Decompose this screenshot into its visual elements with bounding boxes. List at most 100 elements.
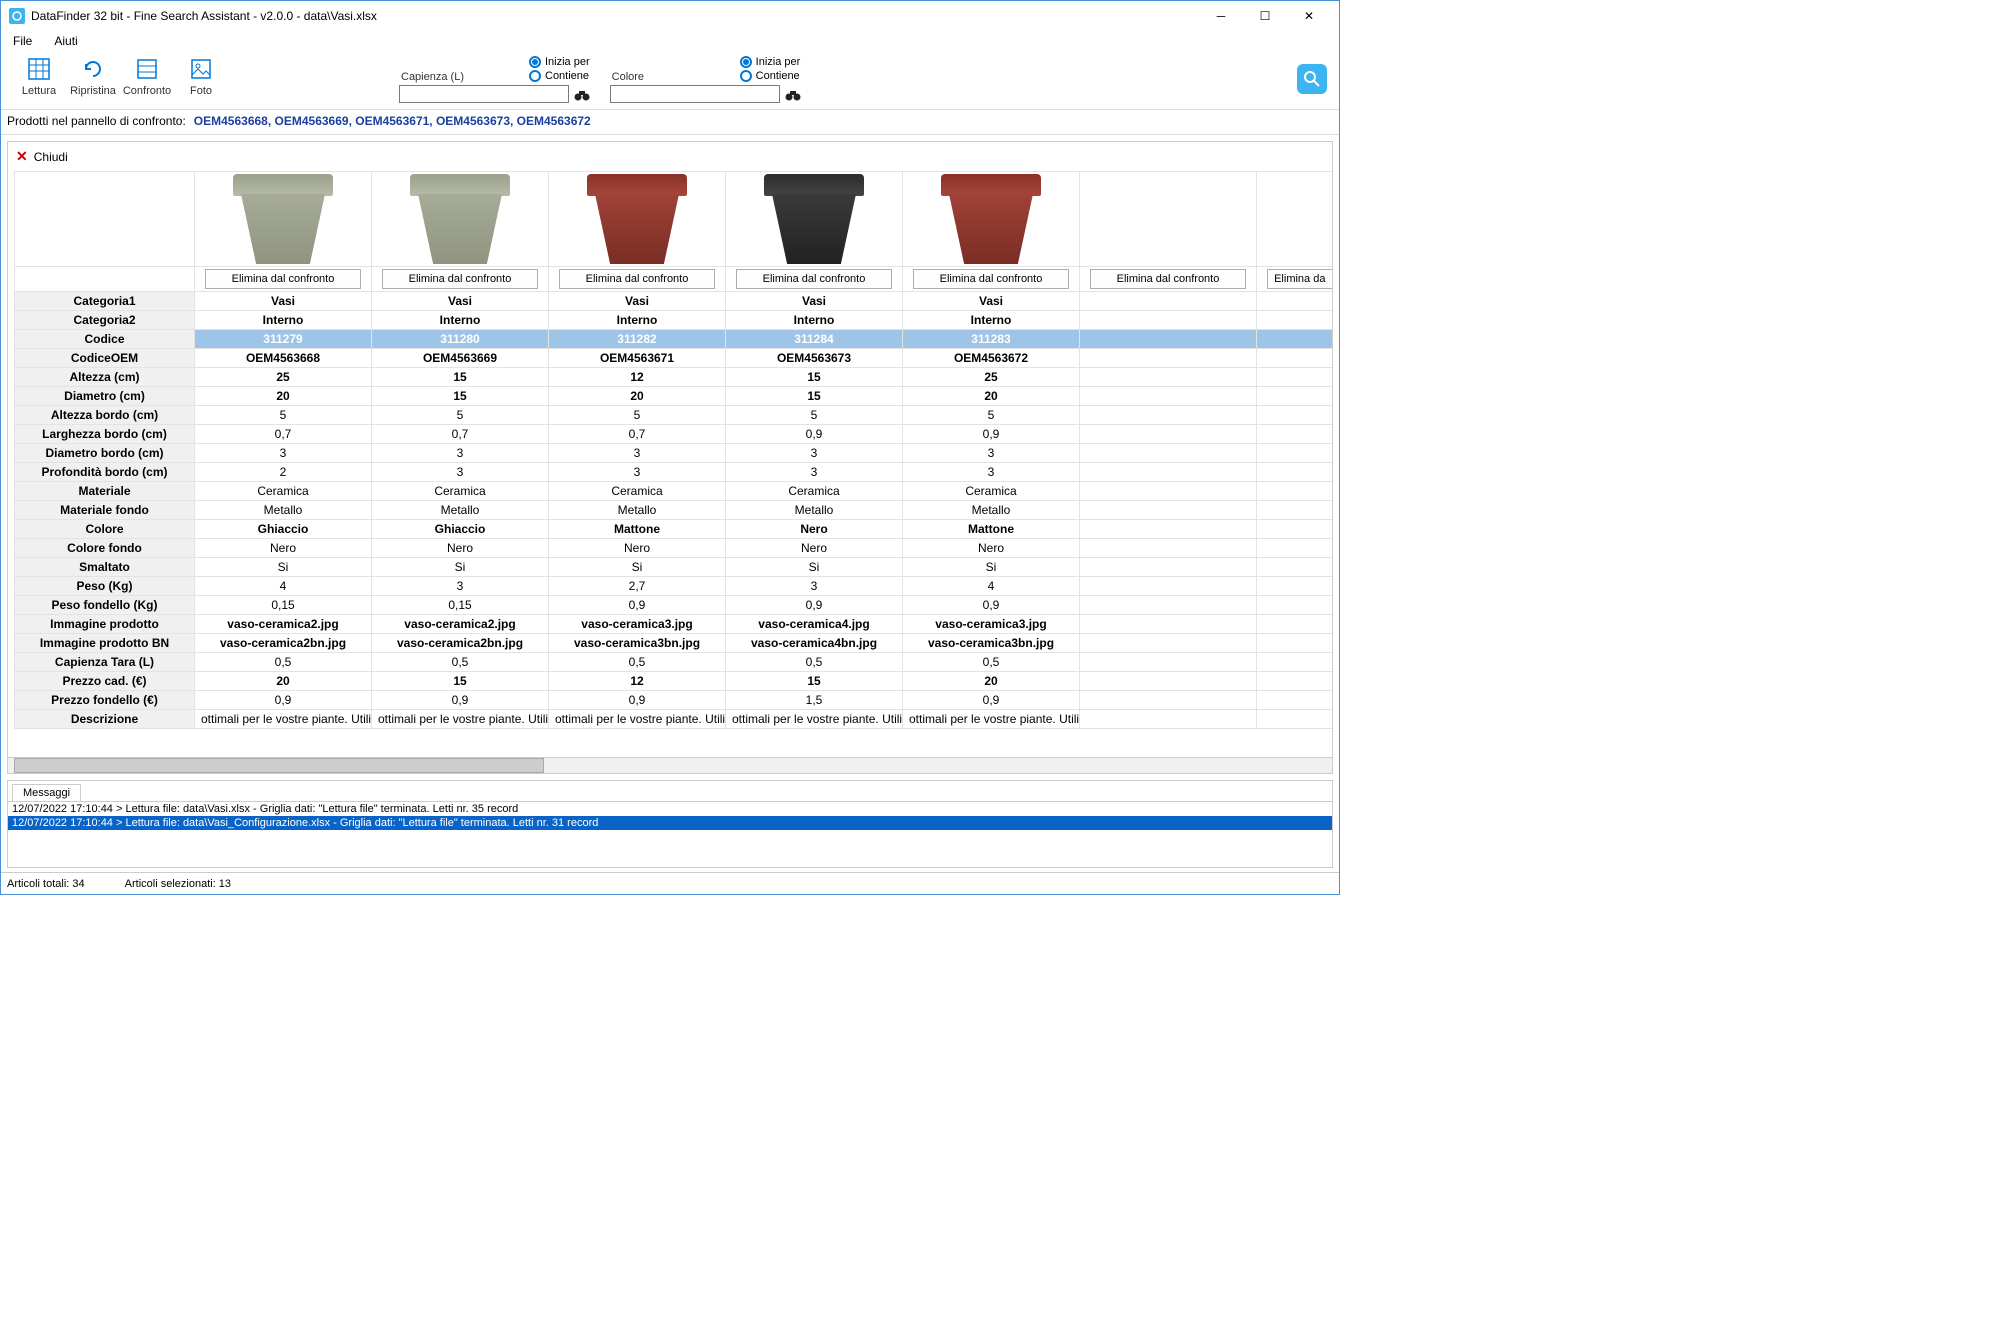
- attr-value[interactable]: vaso-ceramica2.jpg: [195, 615, 372, 634]
- attr-value[interactable]: 0,9: [903, 596, 1080, 615]
- attr-value[interactable]: 3: [195, 444, 372, 463]
- attr-value[interactable]: 0,15: [195, 596, 372, 615]
- close-button[interactable]: ✕: [1287, 2, 1331, 30]
- message-line[interactable]: 12/07/2022 17:10:44 > Lettura file: data…: [8, 816, 1332, 830]
- attr-value[interactable]: 15: [372, 672, 549, 691]
- attr-value[interactable]: Vasi: [726, 292, 903, 311]
- remove-compare-button[interactable]: Elimina dal confronto: [1090, 269, 1246, 289]
- attr-value[interactable]: 5: [903, 406, 1080, 425]
- attr-value[interactable]: 12: [549, 368, 726, 387]
- attr-value[interactable]: Si: [372, 558, 549, 577]
- attr-value[interactable]: vaso-ceramica3bn.jpg: [549, 634, 726, 653]
- attr-value[interactable]: 311280: [372, 330, 549, 349]
- colore-inizia-radio[interactable]: Inizia per: [740, 55, 801, 69]
- attr-value[interactable]: 15: [726, 387, 903, 406]
- remove-compare-button[interactable]: Elimina dal confronto: [559, 269, 715, 289]
- attr-value[interactable]: 3: [549, 463, 726, 482]
- attr-value[interactable]: 311284: [726, 330, 903, 349]
- attr-value[interactable]: 311279: [195, 330, 372, 349]
- attr-value[interactable]: vaso-ceramica2bn.jpg: [372, 634, 549, 653]
- attr-value[interactable]: Nero: [903, 539, 1080, 558]
- attr-value[interactable]: Ceramica: [195, 482, 372, 501]
- table-wrapper[interactable]: Elimina dal confronto Elimina dal confron…: [8, 171, 1332, 757]
- attr-value[interactable]: Ceramica: [903, 482, 1080, 501]
- attr-value[interactable]: 20: [903, 672, 1080, 691]
- remove-compare-button[interactable]: Elimina dal confronto: [736, 269, 892, 289]
- horizontal-scrollbar[interactable]: [8, 757, 1332, 773]
- binoculars-icon[interactable]: [573, 86, 591, 102]
- binoculars-icon[interactable]: [784, 86, 802, 102]
- attr-value[interactable]: Mattone: [903, 520, 1080, 539]
- attr-value[interactable]: OEM4563671: [549, 349, 726, 368]
- attr-value[interactable]: Ghiaccio: [195, 520, 372, 539]
- attr-value[interactable]: 0,5: [372, 653, 549, 672]
- attr-value[interactable]: Vasi: [903, 292, 1080, 311]
- attr-value[interactable]: 3: [726, 577, 903, 596]
- foto-button[interactable]: Foto: [175, 55, 227, 97]
- attr-value[interactable]: Interno: [903, 311, 1080, 330]
- attr-value[interactable]: Nero: [549, 539, 726, 558]
- confronto-button[interactable]: Confronto: [121, 55, 173, 97]
- attr-value[interactable]: 20: [549, 387, 726, 406]
- attr-value[interactable]: 311283: [903, 330, 1080, 349]
- attr-value[interactable]: 2: [195, 463, 372, 482]
- attr-value[interactable]: 4: [903, 577, 1080, 596]
- attr-value[interactable]: OEM4563669: [372, 349, 549, 368]
- attr-value[interactable]: 3: [726, 444, 903, 463]
- attr-value[interactable]: 3: [903, 463, 1080, 482]
- attr-value[interactable]: 3: [372, 463, 549, 482]
- maximize-button[interactable]: ☐: [1243, 2, 1287, 30]
- attr-value[interactable]: 15: [726, 672, 903, 691]
- attr-value[interactable]: Nero: [195, 539, 372, 558]
- attr-value[interactable]: Interno: [549, 311, 726, 330]
- attr-value[interactable]: vaso-ceramica4.jpg: [726, 615, 903, 634]
- attr-value[interactable]: Si: [726, 558, 903, 577]
- attr-value[interactable]: 2,7: [549, 577, 726, 596]
- attr-value[interactable]: ottimali per le vostre piante. Utilizzat: [195, 710, 372, 729]
- attr-value[interactable]: 0,9: [372, 691, 549, 710]
- attr-value[interactable]: Metallo: [372, 501, 549, 520]
- capienza-input[interactable]: [399, 85, 569, 103]
- attr-value[interactable]: 15: [372, 368, 549, 387]
- attr-value[interactable]: 25: [195, 368, 372, 387]
- attr-value[interactable]: 0,7: [372, 425, 549, 444]
- remove-compare-button[interactable]: Elimina dal confronto: [913, 269, 1069, 289]
- search-tool-button[interactable]: [1297, 64, 1327, 94]
- attr-value[interactable]: 0,5: [903, 653, 1080, 672]
- attr-value[interactable]: 0,5: [726, 653, 903, 672]
- attr-value[interactable]: vaso-ceramica3.jpg: [549, 615, 726, 634]
- capienza-inizia-radio[interactable]: Inizia per: [529, 55, 590, 69]
- message-line[interactable]: 12/07/2022 17:10:44 > Lettura file: data…: [8, 802, 1332, 816]
- lettura-button[interactable]: Lettura: [13, 55, 65, 97]
- attr-value[interactable]: 0,9: [195, 691, 372, 710]
- colore-contiene-radio[interactable]: Contiene: [740, 69, 801, 83]
- attr-value[interactable]: 3: [903, 444, 1080, 463]
- attr-value[interactable]: Ghiaccio: [372, 520, 549, 539]
- attr-value[interactable]: 0,9: [903, 425, 1080, 444]
- attr-value[interactable]: 0,15: [372, 596, 549, 615]
- attr-value[interactable]: Interno: [372, 311, 549, 330]
- attr-value[interactable]: 15: [372, 387, 549, 406]
- attr-value[interactable]: 0,9: [726, 425, 903, 444]
- attr-value[interactable]: Metallo: [195, 501, 372, 520]
- attr-value[interactable]: 20: [903, 387, 1080, 406]
- attr-value[interactable]: Ceramica: [726, 482, 903, 501]
- attr-value[interactable]: 1,5: [726, 691, 903, 710]
- attr-value[interactable]: vaso-ceramica4bn.jpg: [726, 634, 903, 653]
- attr-value[interactable]: 3: [726, 463, 903, 482]
- attr-value[interactable]: 0,7: [195, 425, 372, 444]
- attr-value[interactable]: 5: [726, 406, 903, 425]
- close-icon[interactable]: ✕: [16, 148, 28, 165]
- attr-value[interactable]: 3: [372, 444, 549, 463]
- attr-value[interactable]: 0,5: [195, 653, 372, 672]
- attr-value[interactable]: 5: [372, 406, 549, 425]
- attr-value[interactable]: 20: [195, 672, 372, 691]
- minimize-button[interactable]: ─: [1199, 2, 1243, 30]
- attr-value[interactable]: 3: [549, 444, 726, 463]
- attr-value[interactable]: Nero: [726, 520, 903, 539]
- attr-value[interactable]: 3: [372, 577, 549, 596]
- remove-compare-button[interactable]: Elimina dal confronto: [382, 269, 538, 289]
- attr-value[interactable]: Vasi: [372, 292, 549, 311]
- attr-value[interactable]: vaso-ceramica2.jpg: [372, 615, 549, 634]
- attr-value[interactable]: OEM4563673: [726, 349, 903, 368]
